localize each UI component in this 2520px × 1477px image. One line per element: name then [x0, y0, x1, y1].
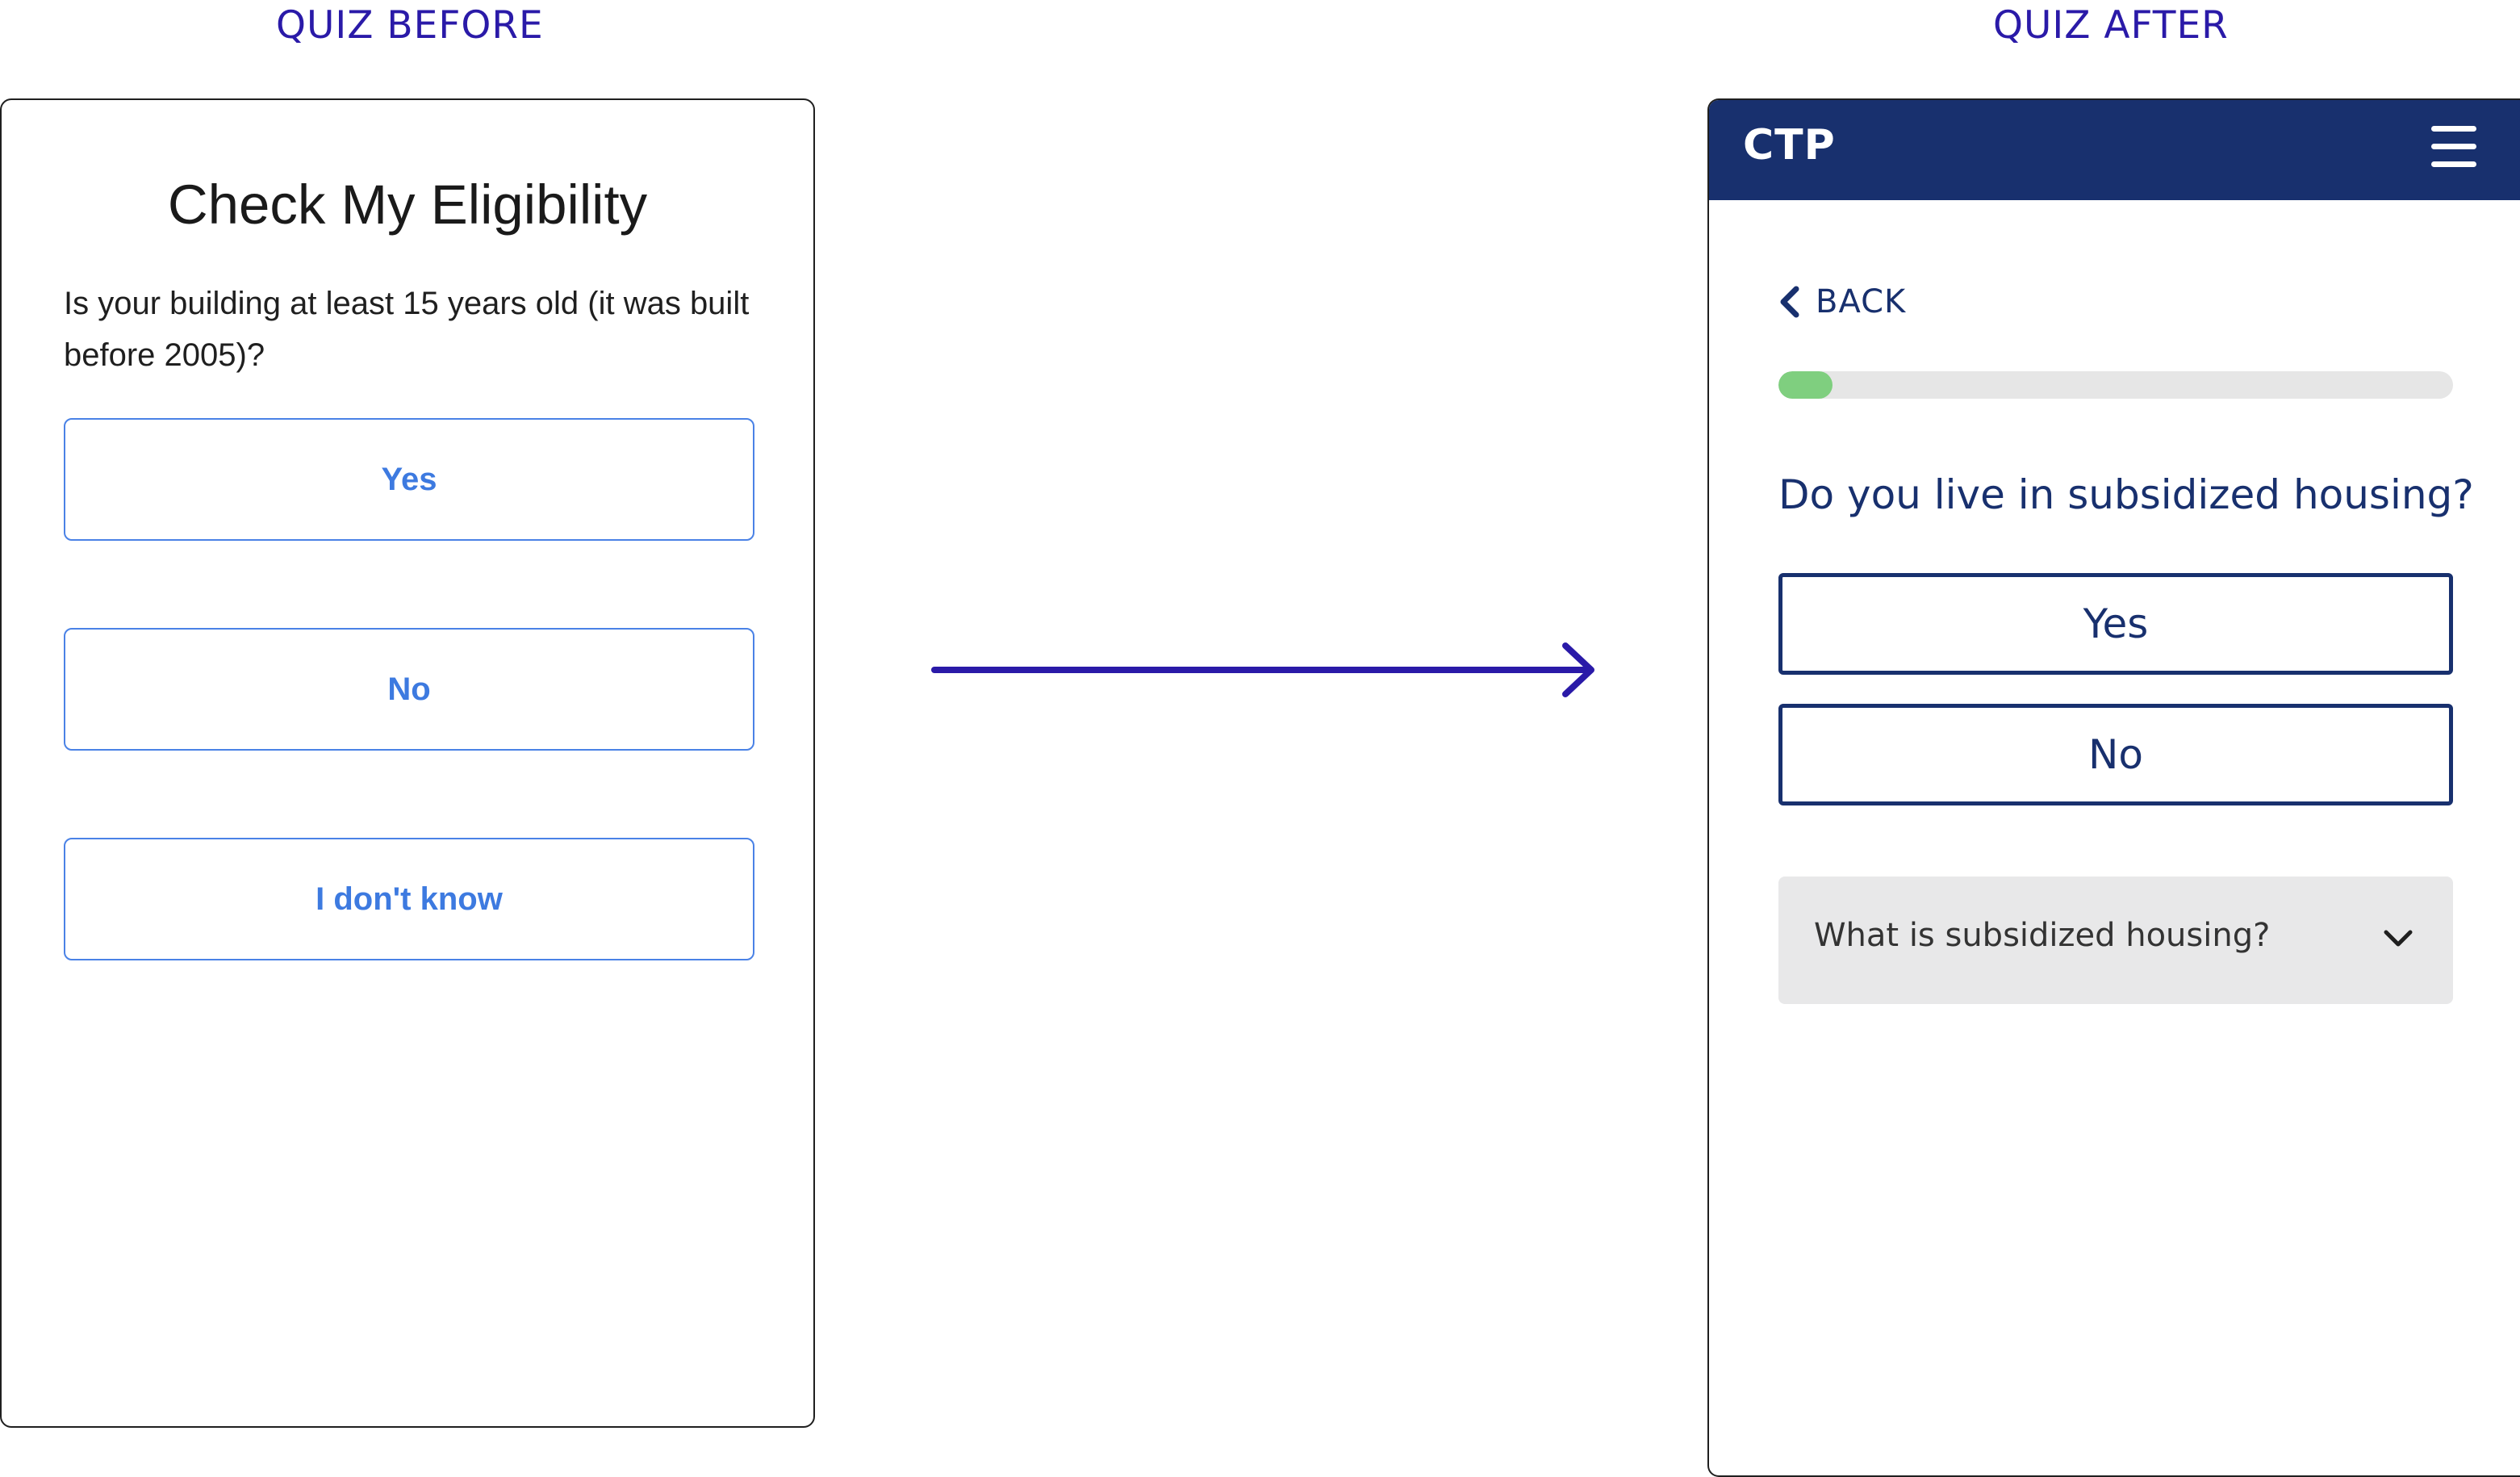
yes-button[interactable]: Yes — [64, 418, 754, 541]
back-link[interactable]: BACK — [1778, 278, 1906, 326]
quiz-before-panel: Check My Eligibility Is your building at… — [0, 98, 815, 1428]
chevron-left-icon — [1780, 286, 1799, 318]
quiz-after-panel: CTP BACK Do you live in subsidized housi… — [1707, 98, 2520, 1477]
quiz-after-caption: QUIZ AFTER — [1993, 3, 2229, 48]
yes-button[interactable]: Yes — [1778, 573, 2453, 675]
chevron-down-icon — [2384, 930, 2413, 947]
page-title: Check My Eligibility — [167, 174, 648, 236]
dont-know-button[interactable]: I don't know — [64, 838, 754, 960]
no-button[interactable]: No — [1778, 704, 2453, 805]
brand-logo[interactable]: CTP — [1743, 121, 1836, 169]
hamburger-menu-icon[interactable] — [2431, 126, 2476, 168]
app-header: CTP — [1709, 100, 2520, 200]
question-text: Is your building at least 15 years old (… — [64, 286, 750, 373]
no-button[interactable]: No — [64, 628, 754, 751]
subsidized-housing-accordion[interactable]: What is subsidized housing? — [1778, 877, 2453, 1004]
right-arrow-icon — [931, 642, 1594, 697]
progress-bar — [1778, 371, 2453, 399]
accordion-label: What is subsidized housing? — [1814, 917, 2271, 954]
back-label: BACK — [1816, 283, 1907, 320]
question-text: Do you live in subsidized housing? — [1778, 471, 2474, 518]
progress-fill — [1778, 371, 1833, 399]
quiz-before-caption: QUIZ BEFORE — [276, 3, 544, 48]
